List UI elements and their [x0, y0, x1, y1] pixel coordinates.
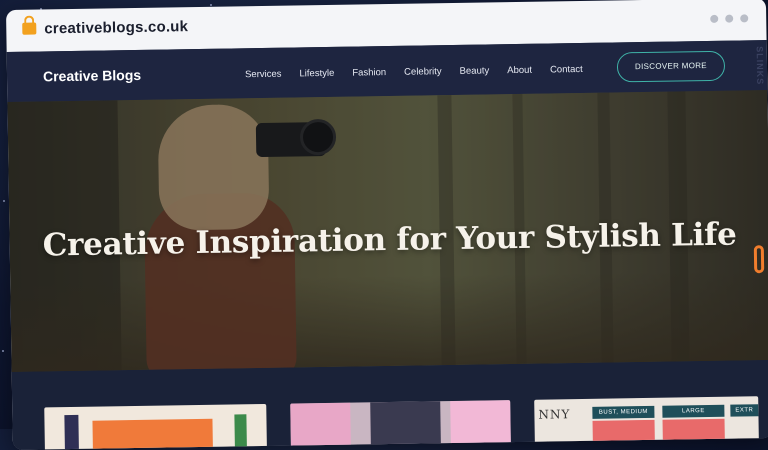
card-graphic	[64, 414, 79, 450]
card-text: NNY	[538, 407, 571, 422]
nav-item-contact[interactable]: Contact	[550, 64, 583, 76]
star	[210, 4, 212, 6]
card-graphic	[92, 418, 213, 450]
website: Creative Blogs Services Lifestyle Fashio…	[6, 40, 768, 450]
article-card[interactable]	[44, 403, 267, 450]
nav-item-services[interactable]: Services	[245, 69, 282, 81]
card-graphic	[370, 401, 441, 447]
window-dot-icon[interactable]	[725, 14, 734, 23]
link-icon[interactable]	[753, 245, 765, 274]
discover-more-button[interactable]: DISCOVER MORE	[616, 50, 726, 83]
card-graphic	[290, 402, 351, 448]
card-graphic	[450, 400, 511, 446]
size-tag: LARGE	[662, 404, 725, 418]
nav-item-about[interactable]: About	[507, 65, 532, 76]
nav-item-beauty[interactable]: Beauty	[460, 65, 490, 76]
url-text[interactable]: creativeblogs.co.uk	[44, 18, 188, 37]
nav-item-fashion[interactable]: Fashion	[352, 67, 386, 79]
article-card[interactable]	[290, 400, 511, 448]
window-dot-icon[interactable]	[710, 14, 719, 23]
cards-section: NNY BUST, MEDIUM LARGE EXTR	[11, 360, 768, 450]
nav-item-celebrity[interactable]: Celebrity	[404, 66, 442, 78]
nav-menu: Services Lifestyle Fashion Celebrity Bea…	[245, 64, 583, 80]
site-brand[interactable]: Creative Blogs	[43, 67, 141, 85]
card-graphic	[662, 418, 725, 442]
card-graphic	[592, 419, 655, 443]
nav-item-lifestyle[interactable]: Lifestyle	[299, 68, 334, 80]
side-watermark: SLINKS	[754, 46, 766, 86]
window-dot-icon[interactable]	[740, 14, 749, 23]
lock-icon	[22, 22, 37, 35]
size-tag: BUST, MEDIUM	[592, 405, 655, 419]
size-tag: EXTR	[730, 404, 759, 417]
hero-section: Creative Inspiration for Your Stylish Li…	[7, 90, 768, 372]
star	[2, 350, 4, 352]
card-graphic	[234, 414, 247, 449]
article-card[interactable]: NNY BUST, MEDIUM LARGE EXTR	[534, 396, 759, 444]
window-controls	[710, 14, 749, 23]
browser-window: creativeblogs.co.uk Creative Blogs Servi…	[6, 0, 768, 450]
star	[3, 200, 5, 202]
